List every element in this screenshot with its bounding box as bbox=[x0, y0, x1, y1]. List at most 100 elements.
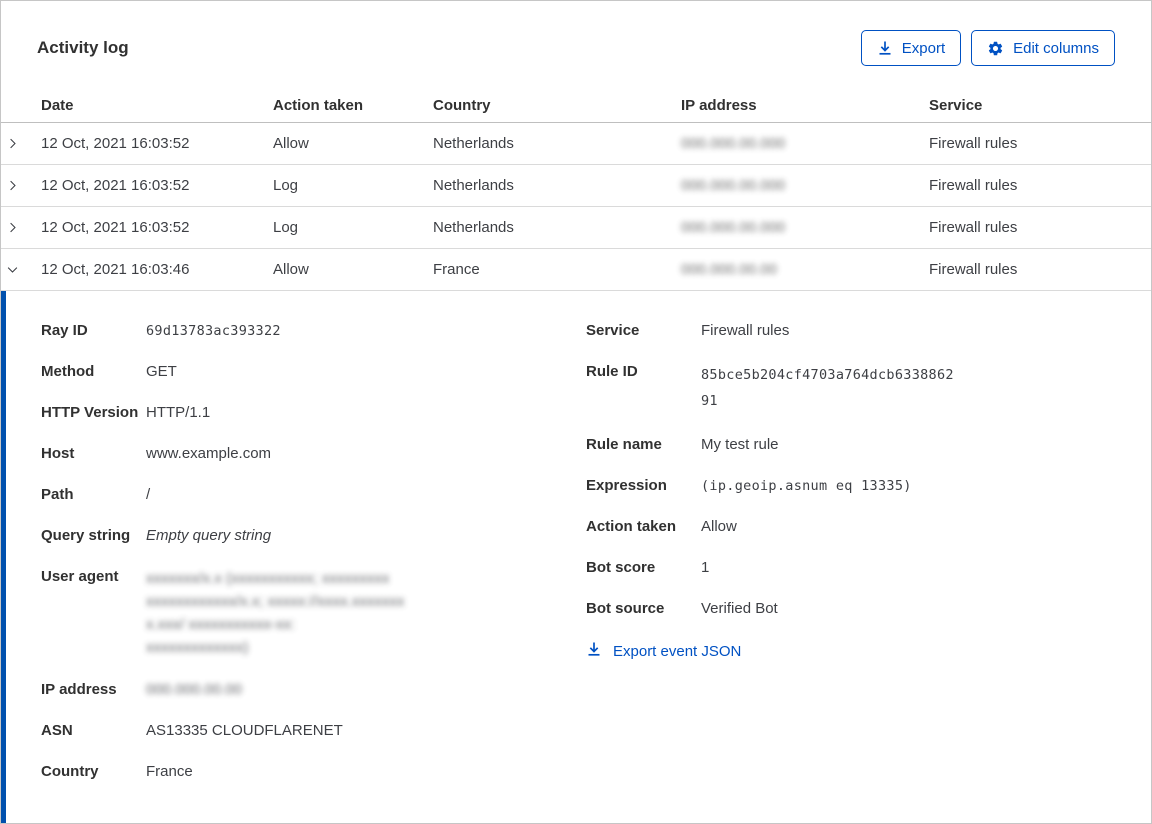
cell-country: Netherlands bbox=[429, 219, 677, 236]
detail-label: Rule name bbox=[586, 435, 701, 455]
detail-value: AS13335 CLOUDFLARENET bbox=[146, 721, 343, 741]
detail-label: User agent bbox=[41, 567, 146, 659]
table-row-expanded[interactable]: 12 Oct, 2021 16:03:46 Allow France 000.0… bbox=[1, 249, 1151, 291]
chevron-right-icon bbox=[5, 178, 20, 193]
detail-item-user-agent: User agent xxxxxxx/x.x (xxxxxxxxxxx; xxx… bbox=[41, 567, 586, 659]
topbar-actions: Export Edit columns bbox=[861, 30, 1115, 66]
cell-country: Netherlands bbox=[429, 177, 677, 194]
detail-label: Action taken bbox=[586, 517, 701, 537]
detail-item-bot-score: Bot score 1 bbox=[586, 558, 1115, 578]
cell-action-taken: Log bbox=[269, 177, 429, 194]
download-icon bbox=[877, 40, 893, 56]
expand-row-button[interactable] bbox=[1, 136, 37, 151]
cell-ip-address-redacted: 000.000.00.00 bbox=[681, 261, 777, 278]
detail-label: Bot source bbox=[586, 599, 701, 619]
topbar: Activity log Export Edit columns bbox=[1, 1, 1151, 89]
detail-value: 69d13783ac393322 bbox=[146, 321, 281, 341]
detail-column-left: Ray ID 69d13783ac393322 Method GET HTTP … bbox=[41, 321, 586, 823]
detail-value: Allow bbox=[701, 517, 737, 537]
detail-column-right: Service Firewall rules Rule ID 85bce5b20… bbox=[586, 321, 1115, 823]
detail-item-rule-name: Rule name My test rule bbox=[586, 435, 1115, 455]
detail-label: Query string bbox=[41, 526, 146, 546]
cell-date: 12 Oct, 2021 16:03:52 bbox=[37, 219, 269, 236]
activity-log-panel: Activity log Export Edit columns bbox=[0, 0, 1152, 824]
detail-item-country: Country France bbox=[41, 762, 586, 782]
detail-item-method: Method GET bbox=[41, 362, 586, 382]
cell-date: 12 Oct, 2021 16:03:52 bbox=[37, 135, 269, 152]
cell-service: Firewall rules bbox=[925, 219, 1151, 236]
table-row[interactable]: 12 Oct, 2021 16:03:52 Log Netherlands 00… bbox=[1, 207, 1151, 249]
chevron-right-icon bbox=[5, 136, 20, 151]
cell-country: Netherlands bbox=[429, 135, 677, 152]
detail-label: Expression bbox=[586, 476, 701, 496]
table-row[interactable]: 12 Oct, 2021 16:03:52 Allow Netherlands … bbox=[1, 123, 1151, 165]
detail-label: Service bbox=[586, 321, 701, 341]
column-header-date: Date bbox=[37, 97, 269, 114]
detail-value-redacted: 000.000.00.00 bbox=[146, 680, 242, 700]
detail-item-service: Service Firewall rules bbox=[586, 321, 1115, 341]
cell-ip-address-redacted: 000.000.00.000 bbox=[681, 219, 785, 236]
detail-item-host: Host www.example.com bbox=[41, 444, 586, 464]
cell-service: Firewall rules bbox=[925, 177, 1151, 194]
download-icon bbox=[586, 641, 602, 661]
cell-country: France bbox=[429, 261, 677, 278]
cell-date: 12 Oct, 2021 16:03:52 bbox=[37, 177, 269, 194]
detail-item-rule-id: Rule ID 85bce5b204cf4703a764dcb633886291 bbox=[586, 362, 1115, 414]
edit-columns-button[interactable]: Edit columns bbox=[971, 30, 1115, 66]
cell-service: Firewall rules bbox=[925, 135, 1151, 152]
detail-value: My test rule bbox=[701, 435, 779, 455]
cell-date: 12 Oct, 2021 16:03:46 bbox=[37, 261, 269, 278]
table-header: Date Action taken Country IP address Ser… bbox=[1, 89, 1151, 123]
detail-item-bot-source: Bot source Verified Bot bbox=[586, 599, 1115, 619]
column-header-action-taken: Action taken bbox=[269, 97, 429, 114]
cell-action-taken: Allow bbox=[269, 261, 429, 278]
detail-label: ASN bbox=[41, 721, 146, 741]
export-event-json-label: Export event JSON bbox=[613, 643, 741, 660]
detail-item-ip-address: IP address 000.000.00.00 bbox=[41, 680, 586, 700]
table-row[interactable]: 12 Oct, 2021 16:03:52 Log Netherlands 00… bbox=[1, 165, 1151, 207]
detail-value: www.example.com bbox=[146, 444, 271, 464]
column-header-country: Country bbox=[429, 97, 677, 114]
detail-item-expression: Expression (ip.geoip.asnum eq 13335) bbox=[586, 476, 1115, 496]
detail-label: Method bbox=[41, 362, 146, 382]
column-header-service: Service bbox=[925, 97, 1151, 114]
detail-item-asn: ASN AS13335 CLOUDFLARENET bbox=[41, 721, 586, 741]
expand-row-button[interactable] bbox=[1, 178, 37, 193]
edit-columns-button-label: Edit columns bbox=[1013, 40, 1099, 57]
detail-value: 1 bbox=[701, 558, 709, 578]
detail-item-query-string: Query string Empty query string bbox=[41, 526, 586, 546]
page-title: Activity log bbox=[37, 38, 129, 58]
detail-value: Firewall rules bbox=[701, 321, 789, 341]
detail-value: 85bce5b204cf4703a764dcb633886291 bbox=[701, 362, 959, 414]
cell-ip-address-redacted: 000.000.00.000 bbox=[681, 135, 785, 152]
export-button-label: Export bbox=[902, 40, 945, 57]
detail-item-ray-id: Ray ID 69d13783ac393322 bbox=[41, 321, 586, 341]
detail-value: HTTP/1.1 bbox=[146, 403, 210, 423]
detail-label: Rule ID bbox=[586, 362, 701, 414]
expand-row-button[interactable] bbox=[1, 220, 37, 235]
detail-item-http-version: HTTP Version HTTP/1.1 bbox=[41, 403, 586, 423]
column-header-ip-address: IP address bbox=[677, 97, 925, 114]
detail-value: (ip.geoip.asnum eq 13335) bbox=[701, 476, 912, 496]
detail-label: Path bbox=[41, 485, 146, 505]
detail-value: / bbox=[146, 485, 150, 505]
cell-service: Firewall rules bbox=[925, 261, 1151, 278]
export-event-json-link[interactable]: Export event JSON bbox=[586, 641, 741, 661]
gear-icon bbox=[987, 40, 1004, 57]
detail-label: Host bbox=[41, 444, 146, 464]
cell-action-taken: Allow bbox=[269, 135, 429, 152]
detail-value: Empty query string bbox=[146, 526, 271, 546]
detail-item-action-taken: Action taken Allow bbox=[586, 517, 1115, 537]
detail-label: Bot score bbox=[586, 558, 701, 578]
detail-label: IP address bbox=[41, 680, 146, 700]
cell-action-taken: Log bbox=[269, 219, 429, 236]
detail-label: HTTP Version bbox=[41, 403, 146, 423]
detail-item-path: Path / bbox=[41, 485, 586, 505]
detail-label: Ray ID bbox=[41, 321, 146, 341]
collapse-row-button[interactable] bbox=[1, 262, 37, 277]
detail-value: Verified Bot bbox=[701, 599, 778, 619]
export-button[interactable]: Export bbox=[861, 30, 961, 66]
detail-value: France bbox=[146, 762, 193, 782]
chevron-right-icon bbox=[5, 220, 20, 235]
detail-label: Country bbox=[41, 762, 146, 782]
